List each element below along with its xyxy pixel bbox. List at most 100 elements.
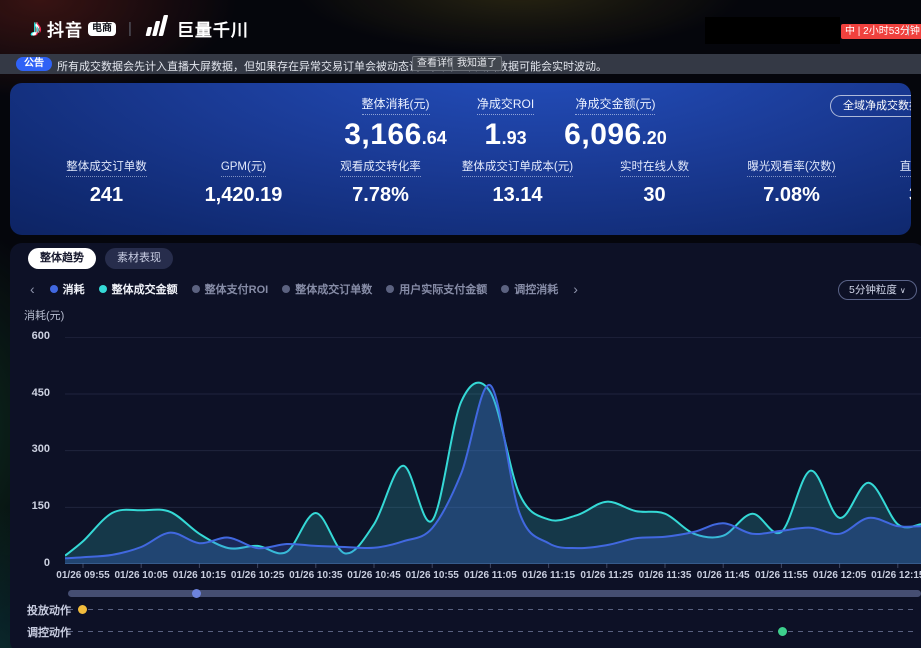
metric-label: 实时在线人数: [620, 158, 689, 177]
secondary-metric: 直播间整体 3,09: [860, 158, 911, 207]
scope-selector-label: 全域净成交数据: [843, 100, 911, 112]
metric-value: 6,096.20: [564, 120, 667, 150]
x-tick-label: 01/26 11:05: [464, 570, 517, 581]
x-tick-label: 01/26 10:05: [114, 570, 167, 581]
action-timeline: [68, 631, 917, 632]
x-tick-label: 01/26 12:05: [813, 570, 866, 581]
metric-label: 净成交金额(元): [575, 95, 655, 115]
action-row: 调控动作: [10, 624, 921, 638]
chevron-down-icon: ∨: [900, 286, 906, 295]
acknowledge-button[interactable]: 我知道了: [452, 56, 502, 71]
x-axis-labels: 01/26 09:5501/26 10:0501/26 10:1501/26 1…: [65, 570, 921, 584]
x-tick-label: 01/26 09:55: [56, 570, 109, 581]
action-marker-dot[interactable]: [778, 627, 787, 636]
douyin-note-icon: ♪: [30, 17, 42, 41]
x-tick-label: 01/26 10:25: [231, 570, 284, 581]
qianchuan-live-dashboard: ♪ 抖音 电商 | 巨量千川 中 | 2小时53分钟 | 公告 所有成交数据会先…: [0, 0, 921, 648]
top-bar: ♪ 抖音 电商 | 巨量千川 中 | 2小时53分钟 |: [0, 0, 921, 53]
legend-item[interactable]: 调控消耗: [501, 281, 558, 297]
granularity-dropdown[interactable]: 5分钟粒度∨: [838, 280, 917, 300]
chart-area: [65, 337, 921, 570]
metric-value: 13.14: [492, 184, 542, 207]
legend-item[interactable]: 整体成交金额: [99, 281, 178, 297]
metric-value: 7.78%: [352, 184, 409, 207]
metric-value: 1,420.19: [205, 184, 283, 207]
timeline-scrollbar-handle[interactable]: [192, 589, 201, 598]
series-label: 整体成交订单数: [295, 281, 372, 297]
series-color-dot: [192, 285, 200, 293]
metric-value: 7.08%: [763, 184, 820, 207]
secondary-metric: 整体成交订单成本(元) 13.14: [449, 158, 586, 207]
series-color-dot: [501, 285, 509, 293]
trend-tabs: 整体趋势素材表现: [28, 248, 173, 269]
header-divider: |: [907, 24, 910, 36]
x-tick-label: 01/26 10:35: [289, 570, 342, 581]
metric-label: 整体消耗(元): [362, 95, 430, 115]
tab-overall-trend[interactable]: 整体趋势: [28, 248, 96, 269]
metric-label: 净成交ROI: [477, 95, 534, 115]
series-label: 整体支付ROI: [205, 281, 269, 297]
tab-material-performance[interactable]: 素材表现: [105, 248, 173, 269]
secondary-metric: 整体成交订单数 241: [38, 158, 175, 207]
x-tick-label: 01/26 10:55: [405, 570, 458, 581]
secondary-metrics-row: 整体成交订单数 241 GPM(元) 1,420.19 观看成交转化率 7.78…: [38, 158, 911, 207]
metric-value: 3,09: [909, 184, 911, 207]
y-tick-label: 450: [18, 387, 50, 399]
x-tick-label: 01/26 11:15: [522, 570, 575, 581]
legend-item[interactable]: 用户实际支付金额: [386, 281, 487, 297]
secondary-metric: 曝光观看率(次数) 7.08%: [723, 158, 860, 207]
legend-items: 消耗 整体成交金额 整体支付ROI 整体成交订单数 用户实际支付金额 调控消耗: [50, 281, 559, 297]
series-color-dot: [50, 285, 58, 293]
legend-item[interactable]: 整体成交订单数: [282, 281, 372, 297]
x-tick-label: 01/26 10:45: [347, 570, 400, 581]
scope-selector-dropdown[interactable]: 全域净成交数据∨: [830, 95, 911, 117]
x-tick-label: 01/26 11:55: [755, 570, 808, 581]
legend-item[interactable]: 消耗: [50, 281, 85, 297]
x-tick-label: 01/26 12:15: [871, 570, 921, 581]
metric-label: 观看成交转化率: [340, 158, 421, 177]
series-label: 整体成交金额: [112, 281, 178, 297]
secondary-metric: 实时在线人数 30: [586, 158, 723, 207]
metric-label: GPM(元): [221, 158, 266, 177]
legend-row: ‹ 消耗 整体成交金额 整体支付ROI 整体成交订单数 用户实际支付金额 调控消…: [28, 281, 580, 297]
x-tick-label: 01/26 10:15: [173, 570, 226, 581]
metric-value: 30: [643, 184, 665, 207]
action-timeline: [68, 609, 917, 610]
primary-metric: 整体消耗(元) 3,166.64: [344, 95, 447, 150]
primary-metrics-row: 整体消耗(元) 3,166.64 净成交ROI 1.93 净成交金额(元) 6,…: [100, 95, 911, 150]
y-tick-label: 300: [18, 443, 50, 455]
brand-divider: |: [128, 20, 132, 37]
series-label: 消耗: [63, 281, 85, 297]
legend-scroll-right-icon[interactable]: ›: [571, 282, 580, 296]
series-color-dot: [386, 285, 394, 293]
secondary-metric: GPM(元) 1,420.19: [175, 158, 312, 207]
metric-label: 直播间整体: [900, 158, 911, 177]
legend-scroll-left-icon[interactable]: ‹: [28, 282, 37, 296]
primary-metric: 净成交金额(元) 6,096.20: [564, 95, 667, 150]
y-tick-label: 150: [18, 500, 50, 512]
series-color-dot: [99, 285, 107, 293]
qianchuan-wordmark: 巨量千川: [177, 16, 249, 41]
legend-item[interactable]: 整体支付ROI: [192, 281, 269, 297]
metrics-panel: 整体消耗(元) 3,166.64 净成交ROI 1.93 净成交金额(元) 6,…: [10, 83, 911, 235]
secondary-metric: 观看成交转化率 7.78%: [312, 158, 449, 207]
y-tick-label: 0: [18, 557, 50, 569]
x-tick-label: 01/26 11:45: [697, 570, 750, 581]
metric-value: 241: [90, 184, 123, 207]
notice-message: 所有成交数据会先计入直播大屏数据，但如果存在异常交易订单会被动态调整，因此本页面…: [57, 58, 607, 74]
metric-label: 曝光观看率(次数): [747, 158, 835, 177]
metric-label: 整体成交订单数: [66, 158, 147, 177]
action-marker-dot[interactable]: [78, 605, 87, 614]
y-tick-label: 600: [18, 330, 50, 342]
trend-chart[interactable]: [65, 337, 921, 570]
action-row-label: 调控动作: [27, 624, 71, 640]
action-row: 投放动作: [10, 602, 921, 616]
redacted-area: [705, 17, 840, 44]
douyin-wordmark: 抖音: [47, 16, 83, 41]
series-label: 用户实际支付金额: [399, 281, 487, 297]
trend-card: 整体趋势素材表现 ‹ 消耗 整体成交金额 整体支付ROI 整体成交订单数 用户实…: [10, 243, 921, 648]
y-axis-title: 消耗(元): [24, 307, 64, 323]
metric-label: 整体成交订单成本(元): [462, 158, 573, 177]
qianchuan-logo-icon: [144, 14, 170, 43]
series-color-dot: [282, 285, 290, 293]
